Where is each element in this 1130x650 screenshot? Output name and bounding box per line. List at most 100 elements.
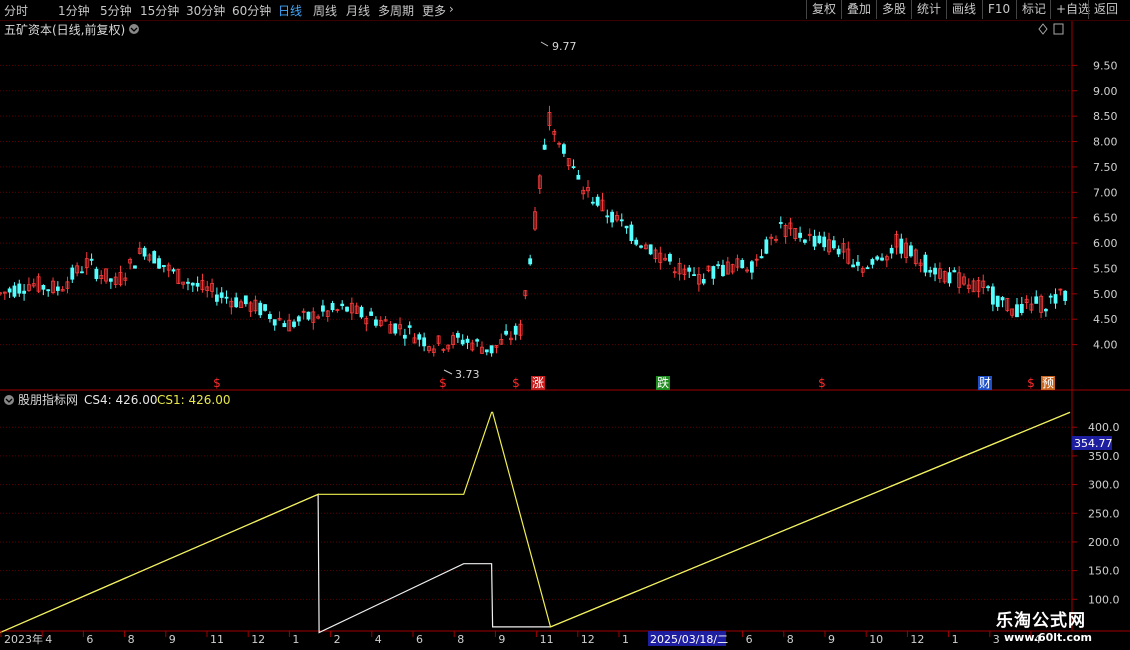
chevron-right-icon[interactable]: › — [449, 2, 454, 16]
event-marker[interactable]: $ — [512, 376, 520, 390]
toolbar-button-4[interactable]: 画线 — [946, 0, 981, 19]
period-tab-4[interactable]: 30分钟 — [186, 2, 225, 19]
candle-body — [321, 305, 325, 312]
candle-body — [812, 235, 817, 247]
y-tick-label: 100.0 — [1088, 593, 1120, 606]
candle-body — [817, 235, 822, 244]
x-tick-label: 9 — [169, 633, 176, 646]
indicator-dropdown-icon[interactable] — [4, 395, 14, 405]
candle-body — [798, 232, 802, 238]
y-tick-label: 150.0 — [1088, 565, 1120, 578]
x-tick-label: 12 — [910, 633, 924, 646]
x-tick-label: 2 — [334, 633, 341, 646]
x-tick-label: 4 — [375, 633, 382, 646]
toolbar-button-1[interactable]: 叠加 — [841, 0, 876, 19]
event-marker[interactable]: $ — [213, 376, 221, 390]
candle-body — [986, 286, 990, 289]
period-tab-8[interactable]: 月线 — [346, 2, 370, 19]
x-tick-label: 11 — [540, 633, 554, 646]
period-tab-0[interactable]: 分时 — [4, 2, 28, 19]
toolbar-button-5[interactable]: F10 — [982, 0, 1015, 19]
candle-body — [1019, 304, 1024, 313]
candle-body — [292, 321, 296, 327]
panel-max-icon[interactable] — [1053, 23, 1064, 35]
toolbar-button-2[interactable]: 多股 — [876, 0, 911, 19]
candle-body — [417, 334, 422, 340]
max-price-label: 9.77 — [552, 40, 577, 53]
event-marker[interactable]: 财 — [979, 376, 991, 390]
toolbar-button-3[interactable]: 统计 — [911, 0, 946, 19]
date-x-axis: 2023年4689111212468911121346891012134 — [0, 631, 1041, 646]
period-tab-10[interactable]: 更多 — [422, 2, 446, 19]
candle-body — [1044, 308, 1048, 312]
toolbar-button-8[interactable]: 返回 — [1088, 0, 1123, 19]
period-tab-3[interactable]: 15分钟 — [140, 2, 179, 19]
event-marker[interactable]: $ — [818, 376, 826, 390]
candle-body — [393, 323, 398, 334]
candle-body — [70, 267, 75, 280]
candle-body — [701, 279, 706, 284]
event-marker[interactable]: 跌 — [657, 375, 669, 390]
candle-body — [947, 272, 952, 284]
x-tick-label: 4 — [45, 633, 52, 646]
y-tick-label: 4.00 — [1093, 339, 1118, 352]
event-marker[interactable]: $ — [439, 376, 447, 390]
candle-body — [803, 239, 807, 243]
frame — [0, 19, 1130, 632]
candle-body — [528, 258, 533, 265]
y-tick-label: 350.0 — [1088, 450, 1120, 463]
period-tab-7[interactable]: 周线 — [313, 2, 337, 19]
x-tick-label: 9 — [498, 633, 505, 646]
candle-body — [571, 166, 576, 169]
candle-body — [142, 247, 147, 257]
main-panel-header: 五矿资本(日线,前复权) — [4, 22, 1064, 37]
period-tab-6[interactable]: 日线 — [278, 2, 302, 19]
watermark-title: 乐淘公式网 — [996, 611, 1086, 631]
event-marker[interactable]: 涨 — [532, 375, 544, 390]
x-tick-label: 6 — [746, 633, 753, 646]
candle-body — [576, 174, 581, 180]
main-panel-title: 五矿资本(日线,前复权) — [4, 22, 125, 37]
candle-body — [889, 247, 894, 254]
candle-body — [513, 325, 518, 335]
candle-body — [822, 236, 827, 248]
candle-body — [296, 316, 301, 322]
period-tab-2[interactable]: 5分钟 — [100, 2, 132, 19]
candle-body — [94, 268, 99, 280]
candle-body — [17, 283, 22, 294]
candle-body — [605, 215, 610, 218]
event-markers[interactable]: $ $ $ 涨 跌 $ 财 $ 预 — [213, 375, 1055, 390]
x-tick-label: 1 — [952, 633, 959, 646]
chart-canvas[interactable]: 9.50 9.00 8.50 8.00 7.50 7.00 6.50 6.00 5.50 5.00… — [0, 0, 1130, 650]
candle-body — [219, 292, 224, 298]
toolbar-button-6[interactable]: 标记 — [1016, 0, 1051, 19]
candle-body — [1034, 296, 1039, 304]
period-tab-1[interactable]: 1分钟 — [58, 2, 90, 19]
y-tick-label: 8.00 — [1093, 136, 1118, 149]
indicator-title: 股朋指标网 — [18, 392, 78, 407]
main-panel-dropdown-icon[interactable] — [129, 24, 139, 34]
max-annotation: 9.77 — [540, 40, 577, 53]
event-marker[interactable]: $ — [1027, 376, 1035, 390]
candle-body — [422, 337, 427, 347]
y-tick-label: 4.50 — [1093, 313, 1118, 326]
y-tick-label: 200.0 — [1088, 536, 1120, 549]
y-tick-label: 7.00 — [1093, 186, 1118, 199]
toolbar-button-0[interactable]: 复权 — [806, 0, 841, 19]
candle-body — [306, 311, 311, 320]
period-tab-9[interactable]: 多周期 — [378, 2, 414, 19]
diamond-icon[interactable] — [1038, 23, 1048, 35]
date-cursor-readout: 2025/03/18/二 — [648, 631, 728, 646]
candle-body — [1000, 297, 1005, 301]
event-marker[interactable]: 预 — [1042, 376, 1054, 390]
indicator-cursor-readout: 354.77 — [1072, 436, 1113, 450]
candle-body — [89, 258, 94, 261]
x-tick-label: 6 — [416, 633, 423, 646]
candle-body — [475, 339, 480, 342]
y-tick-label: 8.50 — [1093, 110, 1118, 123]
y-tick-label: 300.0 — [1088, 479, 1120, 492]
period-tab-5[interactable]: 60分钟 — [232, 2, 271, 19]
candle-body — [133, 265, 137, 269]
candle-body — [369, 311, 374, 316]
x-tick-label: 12 — [581, 633, 595, 646]
